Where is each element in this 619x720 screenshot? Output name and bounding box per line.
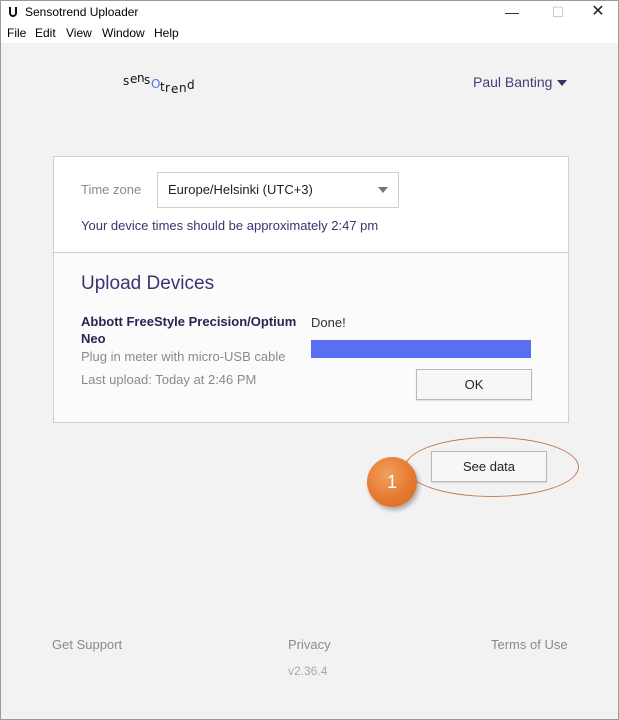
menu-help[interactable]: Help: [154, 26, 179, 40]
see-data-button[interactable]: See data: [431, 451, 547, 482]
ok-button[interactable]: OK: [416, 369, 532, 400]
logo-letter: e: [171, 82, 178, 96]
close-button[interactable]: ✕: [575, 1, 619, 23]
main-card: Time zone Europe/Helsinki (UTC+3) Your d…: [53, 156, 569, 423]
caret-down-icon[interactable]: [557, 80, 567, 86]
menu-view[interactable]: View: [66, 26, 92, 40]
logo-letter: d: [187, 78, 195, 92]
progress-fill: [311, 340, 531, 358]
minimize-button[interactable]: —: [489, 1, 535, 23]
user-menu[interactable]: Paul Banting: [473, 74, 552, 90]
timezone-select[interactable]: Europe/Helsinki (UTC+3): [157, 172, 399, 208]
caret-down-icon: [378, 187, 388, 193]
step-number-badge: 1: [367, 457, 417, 507]
timezone-label: Time zone: [81, 182, 142, 197]
upload-progress-bar: [311, 340, 531, 358]
logo-letter: n: [179, 81, 187, 95]
last-upload-text: Last upload: Today at 2:46 PM: [81, 372, 257, 387]
timezone-selected-value: Europe/Helsinki (UTC+3): [168, 182, 313, 197]
timezone-hint: Your device times should be approximatel…: [81, 218, 379, 233]
sensotrend-logo: s e n s O t r e n d: [123, 74, 195, 96]
title-bar[interactable]: Sensotrend Uploader — ☐ ✕: [1, 1, 618, 23]
privacy-link[interactable]: Privacy: [288, 637, 331, 652]
timezone-section: Time zone Europe/Helsinki (UTC+3) Your d…: [54, 157, 568, 253]
menu-bar: File Edit View Window Help: [1, 23, 618, 43]
menu-edit[interactable]: Edit: [35, 26, 56, 40]
window-title: Sensotrend Uploader: [25, 5, 139, 19]
version-label: v2.36.4: [288, 664, 328, 678]
menu-file[interactable]: File: [7, 26, 26, 40]
device-instruction: Plug in meter with micro-USB cable: [81, 349, 286, 364]
app-logo-icon: [9, 7, 17, 17]
terms-of-use-link[interactable]: Terms of Use: [491, 637, 568, 652]
device-name: Abbott FreeStyle Precision/Optium Neo: [81, 314, 297, 346]
section-title: Upload Devices: [81, 273, 215, 294]
get-support-link[interactable]: Get Support: [52, 637, 122, 652]
upload-devices-section: Upload Devices Abbott FreeStyle Precisio…: [54, 253, 568, 422]
logo-letter: s: [144, 74, 150, 87]
upload-status: Done!: [311, 315, 346, 330]
menu-window[interactable]: Window: [102, 26, 145, 40]
logo-letter: r: [165, 81, 170, 95]
logo-letter: s: [123, 74, 129, 88]
